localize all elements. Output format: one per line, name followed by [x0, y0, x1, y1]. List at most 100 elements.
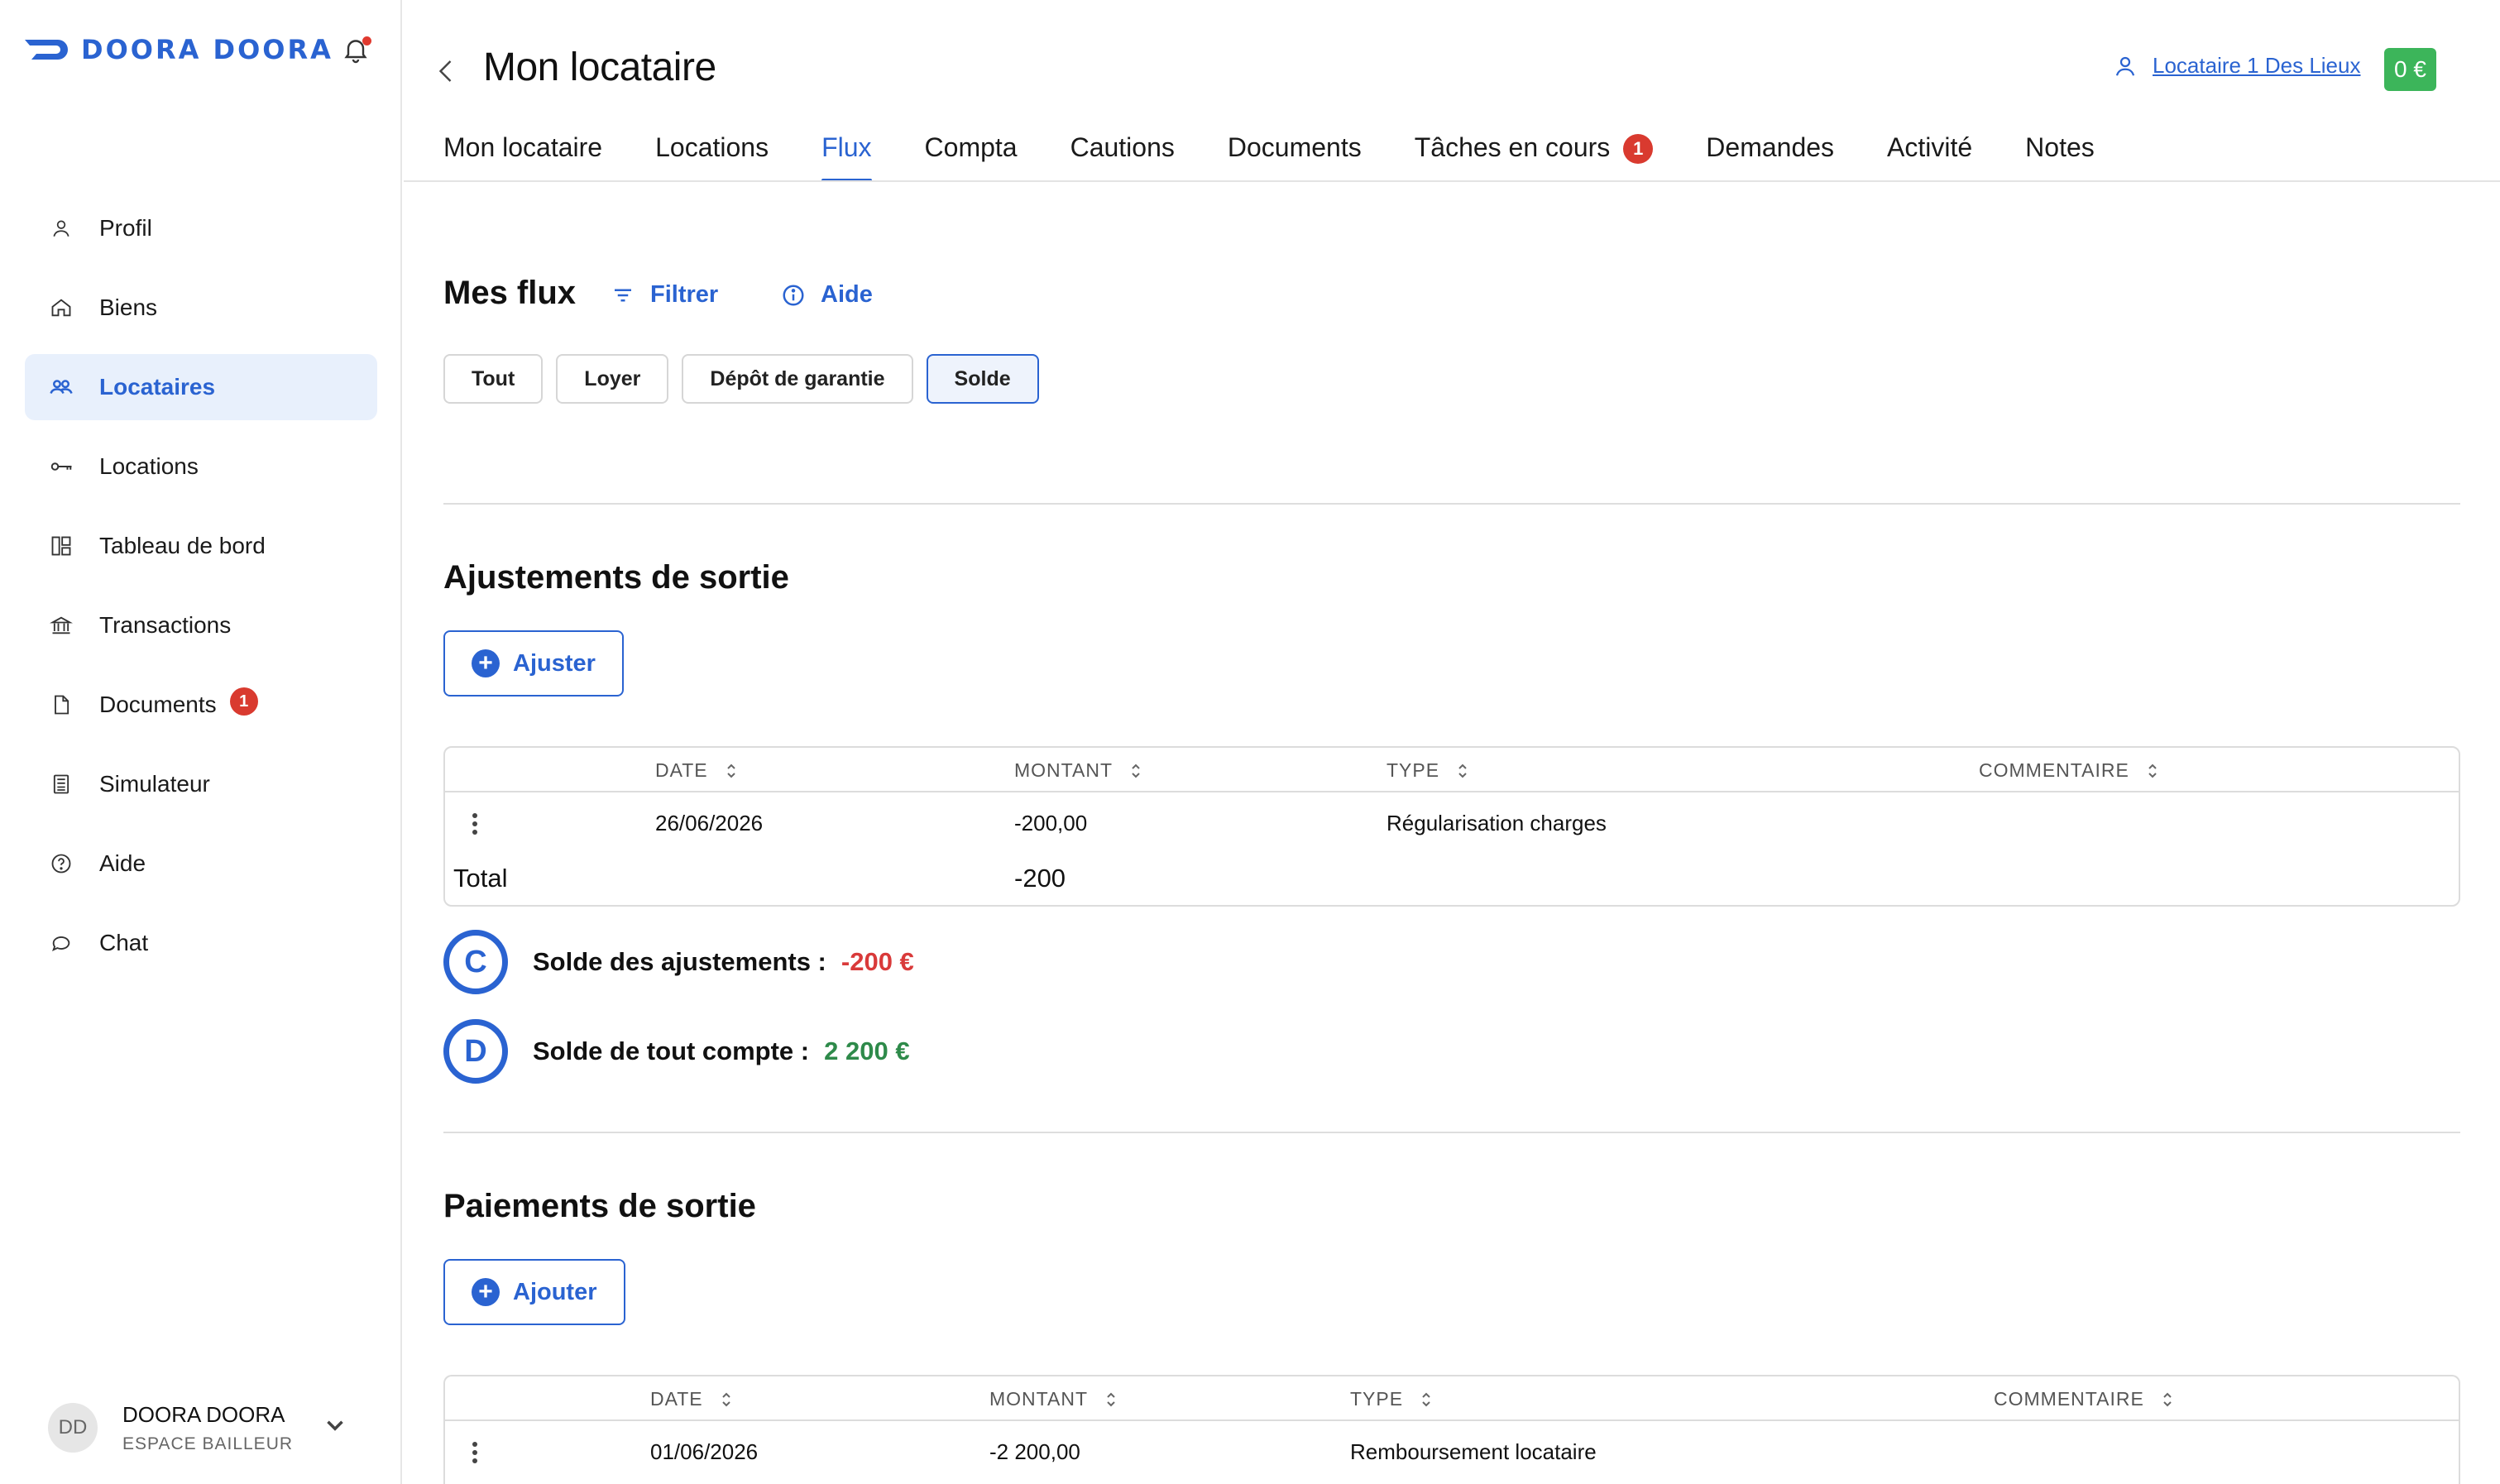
notification-dot [362, 36, 371, 45]
kebab-menu-icon[interactable] [462, 1438, 488, 1467]
user-menu[interactable]: DD DOORA DOORA ESPACE BAILLEUR [48, 1395, 362, 1461]
balance-badge: 0 € [2384, 48, 2436, 91]
column-label: MONTANT [1014, 759, 1114, 781]
tab-documents[interactable]: Documents [1228, 132, 1362, 182]
cell-date: 26/06/2026 [655, 811, 764, 835]
table-header: DATE MONTANT TYPE COMMENTAIRE [445, 748, 2459, 792]
column-type[interactable]: TYPE [1350, 1388, 1434, 1410]
column-montant[interactable]: MONTANT [1014, 759, 1144, 782]
column-date[interactable]: DATE [650, 1388, 735, 1410]
chip-depot-de-garantie[interactable]: Dépôt de garantie [682, 354, 913, 404]
sort-icon [721, 1392, 730, 1406]
key-icon [48, 453, 74, 480]
cell-type: Remboursement locataire [1350, 1439, 1597, 1464]
sort-icon [726, 764, 735, 778]
help-button[interactable]: Aide [781, 281, 873, 309]
tab-bar: Mon locataire Locations Flux Compta Caut… [443, 132, 2148, 182]
adjustments-balance: C Solde des ajustements : -200 € [443, 930, 914, 994]
document-icon [48, 692, 74, 718]
tab-cautions[interactable]: Cautions [1070, 132, 1175, 182]
table-header: DATE MONTANT TYPE COMMENTAIRE [445, 1376, 2459, 1421]
sidebar-item-biens[interactable]: Biens [25, 275, 377, 341]
chip-loyer[interactable]: Loyer [556, 354, 669, 404]
add-payment-button[interactable]: + Ajouter [443, 1259, 625, 1325]
page-title: Mon locataire [483, 45, 716, 89]
final-balance: D Solde de tout compte : 2 200 € [443, 1019, 910, 1084]
cell-amount: -2 200,00 [989, 1439, 1080, 1464]
help-label: Aide [821, 281, 873, 308]
sidebar-item-aide[interactable]: Aide [25, 831, 377, 897]
column-label: COMMENTAIRE [1994, 1388, 2144, 1410]
sort-icon [1107, 1392, 1115, 1406]
user-icon [2115, 56, 2135, 76]
column-type[interactable]: TYPE [1386, 759, 1471, 782]
sidebar-item-label: Transactions [99, 612, 232, 638]
calculator-icon [48, 771, 74, 797]
bank-icon [48, 612, 74, 639]
column-commentaire[interactable]: COMMENTAIRE [1979, 759, 2161, 782]
sidebar-item-locataires[interactable]: Locataires [25, 354, 377, 420]
filter-icon [615, 289, 631, 301]
tab-demandes[interactable]: Demandes [1706, 132, 1834, 182]
tenant-link-label: Locataire 1 Des Lieux [2153, 53, 2361, 78]
sidebar-item-label: Aide [99, 850, 146, 876]
column-label: TYPE [1386, 759, 1440, 781]
sort-icon [2148, 764, 2157, 778]
letter-d-icon: D [443, 1019, 508, 1084]
sidebar-item-label: Documents [99, 692, 217, 717]
back-arrow-icon[interactable] [432, 55, 462, 88]
sidebar-item-profil[interactable]: Profil [25, 195, 377, 261]
help-icon [48, 850, 74, 877]
user-role: ESPACE BAILLEUR [122, 1434, 294, 1453]
user-info: DOORA DOORA ESPACE BAILLEUR [122, 1402, 293, 1454]
tab-mon-locataire[interactable]: Mon locataire [443, 132, 602, 182]
plus-circle-icon: + [472, 649, 500, 677]
brand-logo[interactable]: DOORA DOORA [25, 33, 333, 66]
sidebar-item-label: Biens [99, 294, 158, 320]
sort-icon [1422, 1392, 1430, 1406]
sidebar-item-chat[interactable]: Chat [25, 910, 377, 976]
column-commentaire[interactable]: COMMENTAIRE [1994, 1388, 2176, 1410]
cell-amount: -200,00 [1014, 811, 1088, 835]
adjust-button[interactable]: + Ajuster [443, 630, 624, 697]
users-icon [48, 374, 74, 400]
column-montant[interactable]: MONTANT [989, 1388, 1119, 1410]
filter-label: Filtrer [650, 281, 719, 308]
chip-tout[interactable]: Tout [443, 354, 544, 404]
tasks-badge: 1 [1623, 134, 1654, 164]
chevron-down-icon[interactable] [321, 1411, 349, 1439]
section-divider [443, 1132, 2460, 1133]
adjustments-balance-label: Solde des ajustements : [533, 947, 826, 976]
sidebar: DOORA DOORA Profil Biens Locataires Loca… [0, 0, 402, 1484]
sidebar-nav: Profil Biens Locataires Locations Tablea… [25, 195, 377, 989]
tab-label: Tâches en cours [1414, 132, 1611, 162]
sidebar-item-locations[interactable]: Locations [25, 433, 377, 500]
sidebar-item-transactions[interactable]: Transactions [25, 592, 377, 658]
column-label: TYPE [1350, 1388, 1404, 1410]
tab-flux[interactable]: Flux [821, 132, 872, 182]
adjustments-table: DATE MONTANT TYPE COMMENTAIRE 26/06/2026… [443, 746, 2460, 907]
add-payment-label: Ajouter [513, 1278, 597, 1305]
sidebar-item-simulateur[interactable]: Simulateur [25, 751, 377, 817]
tenant-link[interactable]: Locataire 1 Des Lieux [2113, 53, 2360, 79]
sort-icon [2163, 1392, 2172, 1406]
cell-type: Régularisation charges [1386, 811, 1607, 835]
sidebar-item-documents[interactable]: Documents 1 [25, 672, 377, 738]
total-label: Total [453, 864, 508, 893]
tab-taches-en-cours[interactable]: Tâches en cours 1 [1415, 132, 1654, 182]
tab-notes[interactable]: Notes [2025, 132, 2095, 182]
column-date[interactable]: DATE [655, 759, 740, 782]
tab-compta[interactable]: Compta [925, 132, 1018, 182]
tab-activite[interactable]: Activité [1887, 132, 1972, 182]
sidebar-item-label: Locations [99, 453, 199, 479]
final-balance-value: 2 200 € [824, 1036, 910, 1065]
tab-locations[interactable]: Locations [655, 132, 769, 182]
chip-solde[interactable]: Solde [926, 354, 1039, 404]
column-label: DATE [650, 1388, 703, 1410]
kebab-menu-icon[interactable] [462, 809, 488, 839]
sidebar-item-label: Simulateur [99, 771, 210, 797]
adjustments-title: Ajustements de sortie [443, 559, 789, 596]
filter-button[interactable]: Filtrer [611, 281, 718, 309]
sidebar-item-tableau-de-bord[interactable]: Tableau de bord [25, 513, 377, 579]
table-row: 01/06/2026 -2 200,00 Remboursement locat… [445, 1421, 2459, 1482]
